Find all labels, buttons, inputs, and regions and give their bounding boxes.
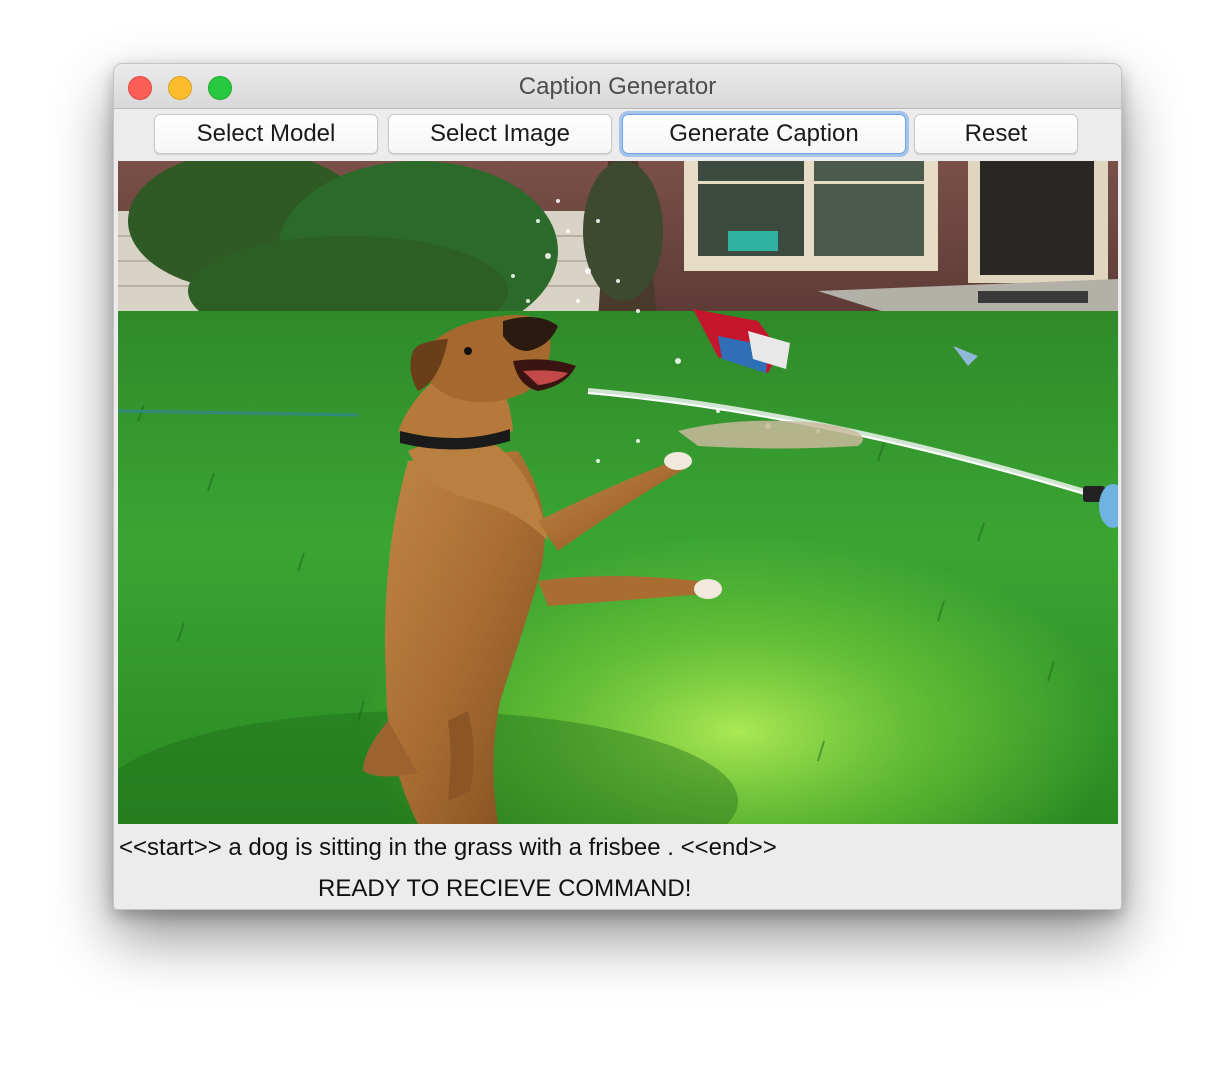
app-window: Caption Generator Select Model Select Im… (113, 63, 1122, 910)
select-image-button[interactable]: Select Image (388, 114, 612, 154)
title-bar[interactable]: Caption Generator (114, 64, 1121, 109)
window-title: Caption Generator (518, 73, 717, 100)
reset-button[interactable]: Reset (914, 114, 1078, 154)
toolbar: Select Model Select Image Generate Capti… (114, 109, 1121, 161)
caption-output: <<start>> a dog is sitting in the grass … (119, 834, 777, 861)
generate-caption-button[interactable]: Generate Caption (622, 114, 906, 154)
select-model-button[interactable]: Select Model (154, 114, 378, 154)
status-label: READY TO RECIEVE COMMAND! (318, 875, 692, 902)
image-preview (118, 161, 1118, 824)
